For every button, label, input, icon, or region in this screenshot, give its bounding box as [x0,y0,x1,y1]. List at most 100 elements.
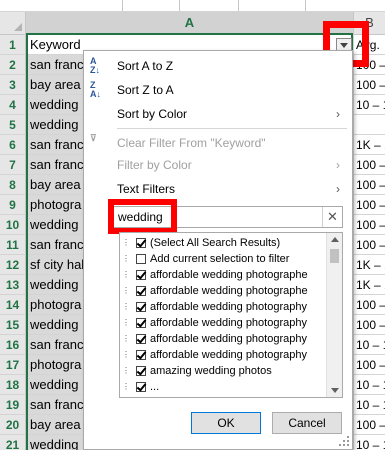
tree-dots-icon: ⋮ [122,302,130,311]
row-number[interactable]: 10 [0,215,26,235]
row-number[interactable]: 13 [0,275,26,295]
menu-text-filters[interactable]: Text Filters › [84,177,352,201]
cell-b[interactable]: 1K – 1 [353,135,385,155]
cell-b[interactable] [353,115,385,135]
cell-b[interactable]: 100 – [353,235,385,255]
cell-b[interactable]: 100 – [353,155,385,175]
menu-filter-by-color[interactable]: Filter by Color › [84,153,352,177]
cell-b[interactable]: 100 – [353,175,385,195]
cell-b[interactable]: 10 – 1 [353,395,385,415]
cell-b[interactable]: 10 – 1 [353,335,385,355]
row-number[interactable]: 2 [0,55,26,75]
tab-stub[interactable] [122,0,180,11]
filter-list-item[interactable]: ⋮ affordable wedding photography [120,331,326,347]
menu-separator [117,128,347,129]
menu-sort-z-to-a[interactable]: Z A↓ Sort Z to A [84,78,352,102]
scroll-thumb[interactable] [330,249,339,263]
filter-list-item[interactable]: ⋮ Add current selection to filter [120,251,326,267]
checkbox[interactable] [136,318,146,328]
row-number[interactable]: 20 [0,415,26,435]
checkbox[interactable] [136,238,146,248]
ribbon-tab-strip [0,0,385,12]
ok-button[interactable]: OK [191,412,261,434]
scroll-down-icon[interactable] [331,388,339,393]
row-number[interactable]: 21 [0,435,26,450]
row-number[interactable]: 16 [0,335,26,355]
filter-value-list: ⋮... ⋮ amazing wedding photos ⋮ affordable w… [119,232,343,398]
row-number[interactable]: 6 [0,135,26,155]
tree-dots-icon: ⋮ [122,382,130,391]
filter-list-item[interactable]: ⋮ affordable wedding photography [120,347,326,363]
row-number[interactable]: 19 [0,395,26,415]
filter-list-item[interactable]: ⋮ affordable wedding photographe [120,267,326,283]
menu-clear-filter[interactable]: ⊽ Clear Filter From "Keyword" [84,131,352,155]
filter-list-item-label: ... [150,381,160,393]
filter-list-item-label: affordable wedding photography [150,317,307,329]
cell-b[interactable]: 100 – [353,355,385,375]
row-number[interactable]: 1 [0,35,26,55]
row-number[interactable]: 11 [0,235,26,255]
filter-list-item[interactable]: ⋮ amazing wedding photos [120,363,326,379]
cell-b[interactable]: 100 – [353,415,385,435]
tree-dots-icon: ⋮ [122,254,130,263]
column-b-cells: Avg.100 –100 –10 – 11K – 1100 –100 –100 … [353,35,385,450]
filter-list-item[interactable]: ⋮... [120,379,326,395]
sort-descending-icon: Z A↓ [90,80,101,99]
filter-list-item-label: affordable wedding photographe [150,285,308,297]
tree-dots-icon: ⋮ [122,318,130,327]
cell-b[interactable]: 100 – [353,215,385,235]
cell-b[interactable]: 10 – 1 [353,95,385,115]
filter-list-item[interactable]: ⋮ affordable wedding photographe [120,283,326,299]
resize-grip-icon[interactable] [339,436,349,446]
cell-b[interactable]: 1K – 1 [353,275,385,295]
checkbox[interactable] [136,350,146,360]
checkbox[interactable] [136,334,146,344]
menu-item-label: Sort Z to A [117,83,174,97]
cell-b[interactable]: 10 – 1 [353,435,385,450]
checkbox[interactable] [136,302,146,312]
checkbox[interactable] [136,382,146,392]
column-header-a[interactable]: A [26,12,353,35]
row-number[interactable]: 12 [0,255,26,275]
filter-list-item-label: affordable wedding photography [150,301,307,313]
filter-list-item[interactable]: ⋮ (Select All Search Results) [120,235,326,251]
checkbox[interactable] [136,286,146,296]
row-number[interactable]: 15 [0,315,26,335]
tab-stub[interactable] [238,0,306,11]
row-number[interactable]: 4 [0,95,26,115]
cell-b[interactable]: 100 – [353,315,385,335]
filter-list-item-label: affordable wedding photography [150,349,307,361]
clear-filter-icon: ⊽ [90,133,97,143]
checkbox[interactable] [136,366,146,376]
menu-sort-a-to-z[interactable]: A Z↓ Sort A to Z [84,54,352,78]
close-icon[interactable]: ✕ [322,207,342,227]
row-number[interactable]: 3 [0,75,26,95]
row-number[interactable]: 7 [0,155,26,175]
row-number[interactable]: 18 [0,375,26,395]
cell-b[interactable]: 1K – 1 [353,255,385,275]
checkbox[interactable] [136,270,146,280]
select-all-corner[interactable] [0,12,26,34]
scroll-up-icon[interactable] [331,237,339,242]
menu-item-label: Filter by Color [117,158,192,172]
row-number[interactable]: 8 [0,175,26,195]
filter-list-item[interactable]: ⋮ affordable wedding photography [120,299,326,315]
cell-b[interactable]: 100 – [353,195,385,215]
cell-b[interactable]: 10 – 1 [353,375,385,395]
filter-list-item-label: affordable wedding photographe [150,269,308,281]
row-number[interactable]: 5 [0,115,26,135]
row-number[interactable]: 14 [0,295,26,315]
menu-item-label: Text Filters [117,182,176,196]
row-number[interactable]: 17 [0,355,26,375]
cell-b[interactable]: 100 – [353,75,385,95]
menu-sort-by-color[interactable]: Sort by Color › [84,102,352,126]
checkbox[interactable] [136,254,146,264]
tree-dots-icon: ⋮ [122,286,130,295]
cell-b[interactable]: 100 – [353,295,385,315]
sort-ascending-icon: A Z↓ [90,56,100,75]
list-scrollbar[interactable] [326,233,342,397]
cancel-button[interactable]: Cancel [272,412,342,434]
row-number[interactable]: 9 [0,195,26,215]
menu-item-label: Sort by Color [117,107,188,121]
filter-list-item[interactable]: ⋮ affordable wedding photography [120,315,326,331]
